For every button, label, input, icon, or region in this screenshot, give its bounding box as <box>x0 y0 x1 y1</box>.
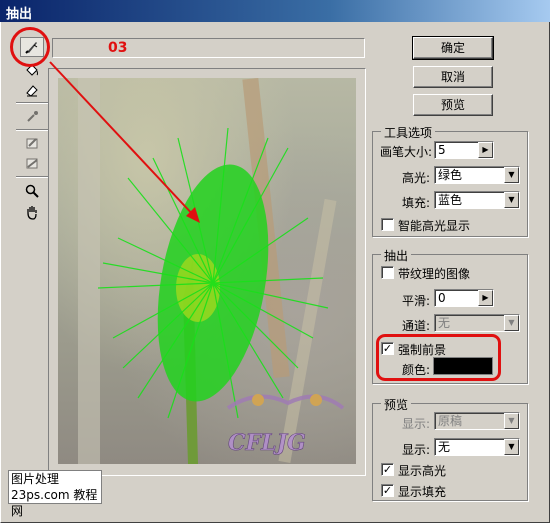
brush-size-value: 5 <box>438 143 446 157</box>
textured-image-label: 带纹理的图像 <box>398 267 471 281</box>
channel-value: 无 <box>438 316 451 330</box>
photo-art: CFLJG <box>78 78 345 464</box>
tool-separator <box>16 102 48 104</box>
window-title: 抽出 <box>6 7 33 22</box>
fill-label: 填充: <box>402 196 431 210</box>
chevron-down-icon[interactable]: ▼ <box>504 192 519 208</box>
show-label: 显示: <box>402 417 431 431</box>
highlight-label: 高光: <box>402 171 431 185</box>
hand-icon[interactable] <box>20 202 44 222</box>
eraser-icon[interactable] <box>20 80 44 100</box>
smart-highlight-checkbox[interactable] <box>381 218 394 231</box>
channel-select[interactable]: 无 ▼ <box>434 314 520 332</box>
show-value: 原稿 <box>438 414 463 428</box>
highlight-select[interactable]: 绿色 ▼ <box>434 166 520 184</box>
annotation-circle <box>10 27 50 67</box>
tool-options-title: 工具选项 <box>381 124 436 141</box>
smooth-label: 平滑: <box>402 294 431 308</box>
highlight-value: 绿色 <box>438 168 463 182</box>
show-select[interactable]: 原稿 ▼ <box>434 412 520 430</box>
channel-label: 通道: <box>402 319 431 333</box>
edge-touchup-icon[interactable] <box>20 153 44 173</box>
show-fill-label: 显示填充 <box>398 485 447 499</box>
chevron-down-icon[interactable]: ▼ <box>504 167 519 183</box>
brush-size-label: 画笔大小: <box>380 145 433 159</box>
zoom-icon[interactable] <box>20 181 44 201</box>
cleanup-tool-icon[interactable] <box>20 133 44 153</box>
eyedropper-icon[interactable] <box>20 107 44 127</box>
preview-title: 预览 <box>381 396 412 413</box>
chevron-down-icon[interactable]: ▼ <box>504 439 519 455</box>
title-bar: 抽出 <box>0 0 550 22</box>
watermark-line-1: 图片处理 <box>11 472 60 486</box>
watermark-line-2: 23ps.com <box>11 488 70 502</box>
chevron-down-icon[interactable]: ▼ <box>504 315 519 331</box>
caterpillar-photo[interactable]: CFLJG <box>58 78 356 464</box>
annotation-box <box>376 334 501 381</box>
tool-separator <box>16 129 48 131</box>
cancel-button[interactable]: 取消 <box>413 66 493 88</box>
chevron-down-icon[interactable]: ▼ <box>504 413 519 429</box>
display-select[interactable]: 无 ▼ <box>434 438 520 456</box>
chevron-right-icon[interactable]: ▶ <box>478 290 493 306</box>
brush-size-field[interactable]: 5 ▶ <box>434 141 494 159</box>
chevron-right-icon[interactable]: ▶ <box>478 142 493 158</box>
smooth-value: 0 <box>438 291 446 305</box>
textured-image-checkbox[interactable] <box>381 266 394 279</box>
site-watermark: 图片处理 23ps.com 教程网 <box>8 470 102 518</box>
preview-button[interactable]: 预览 <box>413 94 493 116</box>
svg-text:CFLJG: CFLJG <box>228 430 306 456</box>
fill-select[interactable]: 蓝色 ▼ <box>434 191 520 209</box>
smart-highlight-label: 智能高光显示 <box>398 219 471 233</box>
step-label: 03 <box>108 40 128 56</box>
tool-separator <box>16 176 48 178</box>
smooth-field[interactable]: 0 ▶ <box>434 289 494 307</box>
display-label: 显示: <box>402 443 431 457</box>
fill-value: 蓝色 <box>438 193 463 207</box>
show-fill-checkbox[interactable]: ✓ <box>381 484 394 497</box>
ok-button[interactable]: 确定 <box>412 36 494 60</box>
info-field <box>52 38 365 58</box>
display-value: 无 <box>438 440 451 454</box>
show-highlight-label: 显示高光 <box>398 464 447 478</box>
show-highlight-checkbox[interactable]: ✓ <box>381 463 394 476</box>
extraction-title: 抽出 <box>381 247 412 264</box>
